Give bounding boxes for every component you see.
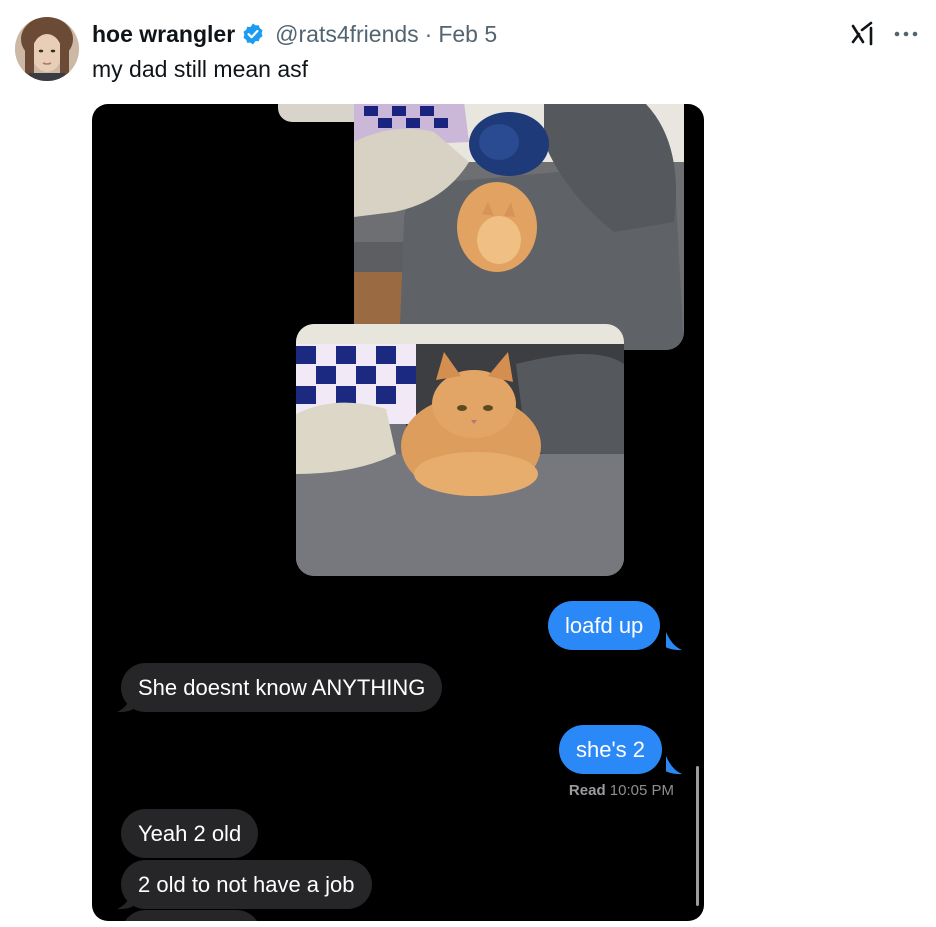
bubble-tail bbox=[117, 891, 133, 910]
handle[interactable]: @rats4friends bbox=[275, 21, 419, 48]
bubble-tail bbox=[117, 694, 133, 713]
profile-photo bbox=[15, 17, 79, 81]
message-bubble-outgoing[interactable]: she's 2 bbox=[559, 725, 663, 774]
scrollbar[interactable] bbox=[696, 766, 699, 906]
display-name[interactable]: hoe wrangler bbox=[92, 21, 235, 48]
read-label: Read bbox=[568, 782, 606, 799]
message-bubble-incoming[interactable]: 2 old to not have a job bbox=[121, 860, 372, 909]
read-receipt: Read 10:05 PM bbox=[562, 782, 674, 799]
message-bubble-incoming-partial bbox=[121, 910, 261, 921]
verified-badge-icon[interactable] bbox=[241, 22, 265, 46]
tweet-header: hoe wrangler @rats4friends · Feb 5 bbox=[92, 18, 497, 50]
tweet-media-image[interactable]: loafd up She doesnt know ANYTHING she's … bbox=[92, 104, 704, 921]
more-options-icon[interactable] bbox=[893, 22, 919, 46]
post-date[interactable]: Feb 5 bbox=[438, 21, 497, 48]
bubble-tail bbox=[666, 756, 682, 775]
bubble-tail bbox=[666, 632, 682, 651]
message-bubble-incoming[interactable]: She doesnt know ANYTHING bbox=[121, 663, 443, 712]
message-bubble-incoming[interactable]: Yeah 2 old bbox=[121, 809, 259, 858]
message-bubble-outgoing[interactable]: loafd up bbox=[548, 601, 661, 650]
avatar[interactable] bbox=[15, 17, 79, 81]
cat-photo-couch-wide[interactable] bbox=[354, 104, 684, 350]
grok-icon[interactable] bbox=[850, 20, 878, 48]
tweet-text: my dad still mean asf bbox=[92, 56, 309, 82]
read-time: 10:05 PM bbox=[609, 782, 674, 799]
cat-photo-couch-closeup[interactable] bbox=[296, 324, 624, 576]
separator-dot: · bbox=[424, 20, 433, 47]
